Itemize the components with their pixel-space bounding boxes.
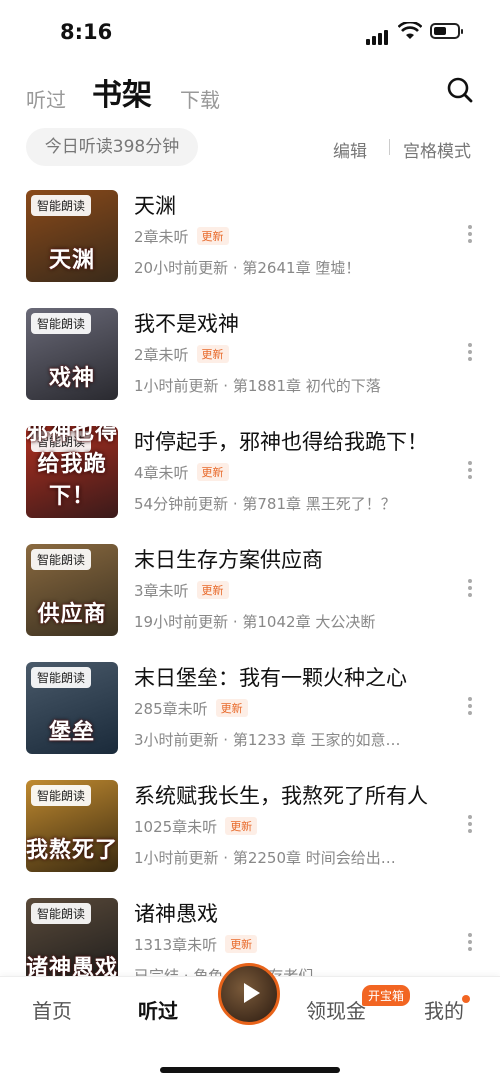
unread-count: 2章未听 更新 [134,344,229,365]
latest-chapter: 54分钟前更新 · 第781章 黑王死了！？ [134,495,396,513]
search-icon[interactable] [446,76,474,104]
unread-count: 285章未听 更新 [134,698,248,719]
unread-text: 1313章未听 [134,936,218,954]
book-item[interactable]: 智能朗读 堡垒 末日堡垒：我有一颗火种之心 285章未听 更新 3小时前更新 · 第123… [0,660,500,778]
book-item[interactable]: 智能朗读 邪神也得给我跪下！ 时停起手，邪神也得给我跪下！ 4章未听 更新 54分钟前更新… [0,424,500,542]
signal-icon [366,26,390,45]
today-listen-time: 今日听读398分钟 [26,128,198,166]
unread-text: 3章未听 [134,582,189,600]
smart-read-badge: 智能朗读 [31,785,92,806]
wifi-icon [398,22,422,39]
book-title: 我不是戏神 [134,312,239,336]
unread-text: 2章未听 [134,346,189,364]
bottom-nav: 首页 听过 领现金 开宝箱 我的 [0,963,500,1084]
smart-read-badge: 智能朗读 [31,195,92,216]
update-tag: 更新 [225,817,258,835]
more-icon[interactable] [468,576,476,600]
tab-listened[interactable]: 听过 [26,84,66,113]
divider [389,139,390,155]
unread-count: 4章未听 更新 [134,462,229,483]
smart-read-badge: 智能朗读 [31,313,92,334]
nav-mine[interactable]: 我的 [424,995,464,1024]
book-title: 时停起手，邪神也得给我跪下！ [134,430,428,454]
book-cover[interactable]: 智能朗读供应商 [26,544,118,636]
latest-chapter: 1小时前更新 · 第1881章 初代的下落 [134,377,381,395]
latest-chapter: 1小时前更新 · 第2250章 时间会给出… [134,849,396,867]
unread-text: 4章未听 [134,464,189,482]
cover-title: 诸神愚戏 [26,956,118,976]
book-cover[interactable]: 智能朗读天渊 [26,190,118,282]
cover-title: 堡垒 [48,720,95,745]
update-tag: 更新 [196,345,229,363]
top-tabs: 听过 书架 下载 [0,70,500,120]
unread-text: 285章未听 [134,700,208,718]
status-time: 8:16 [60,20,113,44]
book-cover[interactable]: 智能朗读诸神愚戏 [26,898,118,976]
more-icon[interactable] [468,930,476,954]
cover-title: 天渊 [48,248,95,273]
latest-chapter: 已完结 · 角色……专存老们 [134,967,314,976]
more-icon[interactable] [468,812,476,836]
mini-player-button[interactable] [218,963,280,1025]
book-cover[interactable]: 智能朗读堡垒 [26,662,118,754]
cover-title: 邪神也得给我跪下！ [26,426,118,509]
book-title: 诸神愚戏 [134,902,218,926]
more-icon[interactable] [468,340,476,364]
book-title: 系统赋我长生，我熬死了所有人 [134,784,428,808]
update-tag: 更新 [196,581,229,599]
latest-chapter: 19小时前更新 · 第1042章 大公决断 [134,613,376,631]
update-tag: 更新 [225,935,258,953]
latest-chapter: 20小时前更新 · 第2641章 堕墟！ [134,259,361,277]
book-cover[interactable]: 智能朗读我熬死了 [26,780,118,872]
treasure-badge: 开宝箱 [362,985,411,1006]
update-tag: 更新 [215,699,248,717]
cover-title: 戏神 [48,366,95,391]
latest-chapter: 3小时前更新 · 第1233 章 王家的如意… [134,731,401,749]
tab-shelf[interactable]: 书架 [92,70,152,114]
tab-download[interactable]: 下载 [180,84,220,113]
book-list: 智能朗读 天渊 天渊 2章未听 更新 20小时前更新 · 第2641章 堕墟！ 智能朗读 戏神… [0,188,500,976]
more-icon[interactable] [468,694,476,718]
book-item[interactable]: 智能朗读 戏神 我不是戏神 2章未听 更新 1小时前更新 · 第1881章 初代的下落 [0,306,500,424]
book-item[interactable]: 智能朗读 我熬死了 系统赋我长生，我熬死了所有人 1025章未听 更新 1小时前更新 · … [0,778,500,896]
unread-text: 1025章未听 [134,818,218,836]
grid-mode-button[interactable]: 宫格模式 [403,137,471,162]
book-item[interactable]: 智能朗读 天渊 天渊 2章未听 更新 20小时前更新 · 第2641章 堕墟！ [0,188,500,306]
book-cover[interactable]: 智能朗读戏神 [26,308,118,400]
update-tag: 更新 [196,463,229,481]
home-indicator [160,1067,340,1073]
battery-icon [430,23,463,39]
nav-earn-cash[interactable]: 领现金 [306,995,366,1024]
unread-count: 1025章未听 更新 [134,816,258,837]
unread-text: 2章未听 [134,228,189,246]
cover-title: 供应商 [37,602,107,627]
play-icon [244,983,260,1003]
smart-read-badge: 智能朗读 [31,667,92,688]
book-item[interactable]: 智能朗读 供应商 末日生存方案供应商 3章未听 更新 19小时前更新 · 第1042章 大… [0,542,500,660]
nav-listened[interactable]: 听过 [138,995,178,1024]
status-bar: 8:16 [0,0,500,60]
update-tag: 更新 [196,227,229,245]
more-icon[interactable] [468,222,476,246]
unread-count: 2章未听 更新 [134,226,229,247]
nav-home[interactable]: 首页 [32,995,72,1024]
unread-count: 3章未听 更新 [134,580,229,601]
book-title: 末日生存方案供应商 [134,548,323,572]
notification-dot [462,995,470,1003]
more-icon[interactable] [468,458,476,482]
unread-count: 1313章未听 更新 [134,934,258,955]
book-title: 天渊 [134,194,176,218]
smart-read-badge: 智能朗读 [31,549,92,570]
smart-read-badge: 智能朗读 [31,903,92,924]
edit-button[interactable]: 编辑 [333,137,367,162]
book-cover[interactable]: 智能朗读 邪神也得给我跪下！ [26,426,118,518]
book-title: 末日堡垒：我有一颗火种之心 [134,666,407,690]
cover-title: 我熬死了 [26,838,118,863]
